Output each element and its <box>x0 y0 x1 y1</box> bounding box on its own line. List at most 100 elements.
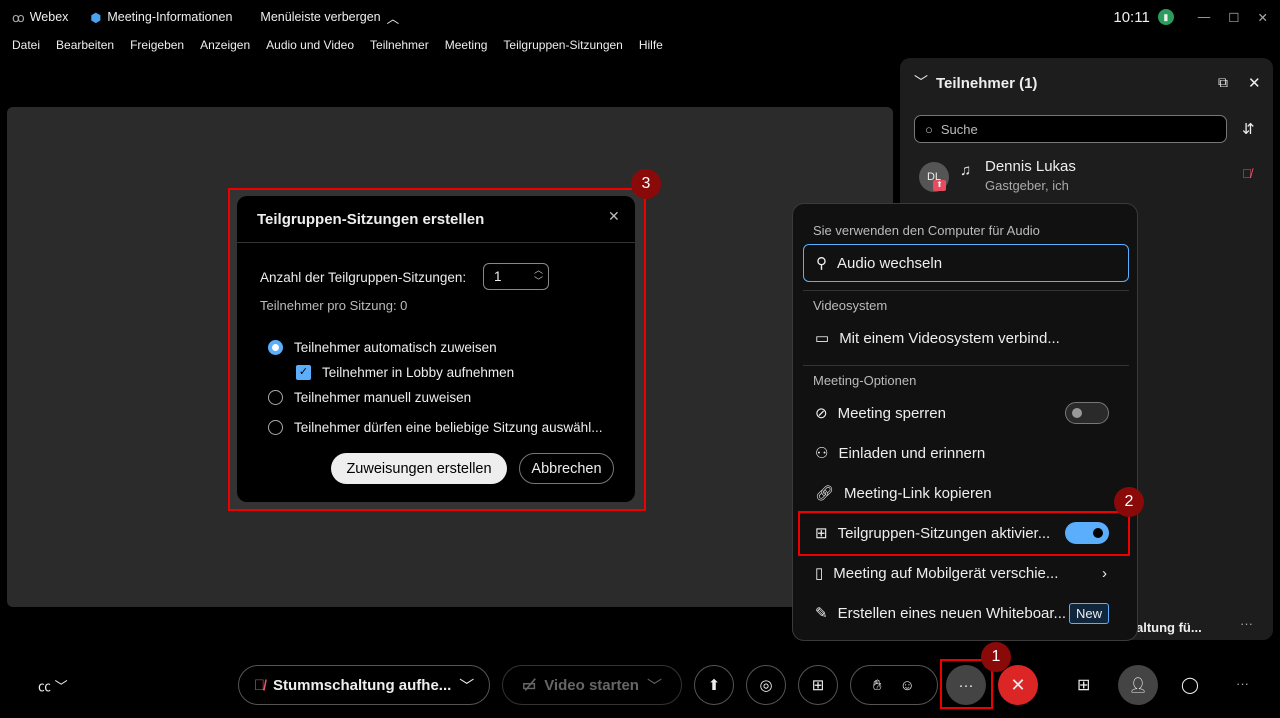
divider <box>237 242 635 243</box>
menu-teilgruppen[interactable]: Teilgruppen-Sitzungen <box>503 38 622 52</box>
menu-meeting[interactable]: Meeting <box>445 38 488 52</box>
whiteboard-item[interactable]: ✎ Erstellen eines neuen Whiteboar... New <box>803 595 1129 631</box>
menu-bearbeiten[interactable]: Bearbeiten <box>56 38 114 52</box>
new-badge: New <box>1068 602 1109 624</box>
reactions-button[interactable]: ✋︎ ☺ <box>850 665 938 705</box>
webex-logo: ꝏ Webex <box>12 10 69 25</box>
audio-header: Sie verwenden den Computer für Audio <box>813 223 1040 238</box>
sharing-icon: ⬆ <box>933 180 946 191</box>
person-add-icon: ⚇ <box>815 445 829 462</box>
clock: 10:11 <box>1113 8 1150 26</box>
stepper-arrows-icon[interactable]: ︿ ﹀ <box>534 265 543 287</box>
lock-toggle[interactable] <box>1065 402 1109 424</box>
count-label: Anzahl der Teilgruppen-Sitzungen: <box>260 270 467 285</box>
search-input[interactable]: ○ Suche <box>914 115 1227 143</box>
unmute-button[interactable]: 🎙̸ Stummschaltung aufhe... ﹀ <box>238 665 490 705</box>
lobby-checkbox[interactable]: ✓ Teilnehmer in Lobby aufnehmen <box>296 365 514 380</box>
participant-name: Dennis Lukas <box>985 158 1076 175</box>
menu-freigeben[interactable]: Freigeben <box>130 38 184 52</box>
headset-icon: ♫ <box>960 162 972 179</box>
breakout-dialog: Teilgruppen-Sitzungen erstellen ✕ Anzahl… <box>237 196 635 502</box>
copy-link-item[interactable]: 🔗︎ Meeting-Link kopieren <box>803 475 1129 511</box>
chevron-down-icon[interactable]: ﹀ <box>459 675 474 696</box>
meeting-info-button[interactable]: ⬢ Meeting-Informationen <box>90 10 232 25</box>
captions-button[interactable]: ㏄ ﹀ <box>38 676 68 695</box>
menu-datei[interactable]: Datei <box>12 38 40 52</box>
lock-meeting-item[interactable]: ⊘ Meeting sperren <box>803 395 1129 431</box>
video-system-item[interactable]: ▭ Mit einem Videosystem verbind... <box>803 320 1129 356</box>
close-dialog-icon[interactable]: ✕ <box>608 208 620 225</box>
audio-switch-item[interactable]: ⚲ Audio wechseln <box>803 244 1129 282</box>
chat-icon[interactable]: ◯ <box>1181 675 1199 695</box>
participant-role: Gastgeber, ich <box>985 178 1069 193</box>
annotation-badge-3: 3 <box>631 169 661 199</box>
menu-bar: Datei Bearbeiten Freigeben Anzeigen Audi… <box>12 38 663 52</box>
panel-title: Teilnehmer (1) <box>936 75 1038 92</box>
popout-icon[interactable]: ⧉ <box>1218 74 1228 91</box>
title-bar: ꝏ Webex ⬢ Meeting-Informationen Menüleiste… <box>0 0 1280 34</box>
close-icon: ✕ <box>1010 674 1026 695</box>
cancel-button[interactable]: Abbrechen <box>519 453 614 484</box>
maximize-button[interactable]: ☐ <box>1228 10 1239 25</box>
close-window-button[interactable]: ✕ <box>1258 10 1268 25</box>
shield-icon: ⬢ <box>90 10 102 25</box>
video-system-icon: ▭ <box>815 330 830 347</box>
breakout-grid-icon: ⊞ <box>811 677 825 694</box>
divider <box>803 365 1129 366</box>
move-to-mobile-item[interactable]: ▯ Meeting auf Mobilgerät verschie... › <box>803 555 1129 591</box>
menu-anzeigen[interactable]: Anzeigen <box>200 38 250 52</box>
hide-menu-button[interactable]: Menüleiste verbergen ︿ <box>260 8 399 27</box>
divider <box>803 290 1129 291</box>
video-off-icon: ▭̸ <box>522 677 537 694</box>
more-icon[interactable]: ··· <box>1240 616 1253 631</box>
panel-truncated-text: altung fü... <box>1136 620 1202 635</box>
create-assignments-button[interactable]: Zuweisungen erstellen <box>331 453 507 484</box>
end-call-button[interactable]: ✕ <box>998 665 1038 705</box>
pen-icon: ✎ <box>815 605 828 622</box>
breakout-button[interactable]: ⊞ <box>798 665 838 705</box>
chevron-down-icon[interactable]: ﹀ <box>647 675 662 696</box>
per-session-text: Teilnehmer pro Sitzung: 0 <box>260 298 408 313</box>
apps-icon[interactable]: ⊞ <box>1077 675 1090 695</box>
audio-icon: ⚲ <box>816 255 827 272</box>
person-icon: 👤︎ <box>1128 677 1148 694</box>
more-options-menu: Sie verwenden den Computer für Audio ⚲ Au… <box>792 203 1138 641</box>
radio-auto-assign[interactable]: Teilnehmer automatisch zuweisen <box>268 340 497 355</box>
chevron-right-icon: › <box>1102 564 1107 582</box>
checkmark-icon: ✓ <box>296 365 311 380</box>
lock-icon: ⊘ <box>815 405 828 422</box>
search-icon: ○ <box>925 121 933 137</box>
muted-mic-icon: 🎙̸ <box>1242 166 1252 181</box>
annotation-badge-1: 1 <box>981 642 1011 672</box>
dialog-title: Teilgruppen-Sitzungen erstellen <box>257 211 485 228</box>
close-panel-icon[interactable]: ✕ <box>1248 74 1261 92</box>
minimize-button[interactable]: — <box>1198 10 1211 24</box>
muted-mic-icon: 🎙̸ <box>253 676 265 694</box>
menu-hilfe[interactable]: Hilfe <box>639 38 663 52</box>
sort-icon[interactable]: ⇵ <box>1242 120 1255 138</box>
chevron-up-icon: ︿ <box>386 11 400 26</box>
raise-hand-icon: ✋︎ <box>873 676 882 694</box>
invite-item[interactable]: ⚇ Einladen und erinnern <box>803 435 1129 471</box>
video-header: Videosystem <box>813 298 888 313</box>
mobile-icon: ▯ <box>815 565 824 582</box>
session-count-stepper[interactable]: 1 ︿ ﹀ <box>483 263 549 290</box>
more-icon[interactable]: ··· <box>1236 676 1249 691</box>
start-video-button[interactable]: ▭̸ Video starten ﹀ <box>502 665 682 705</box>
share-button[interactable]: ⬆ <box>694 665 734 705</box>
options-header: Meeting-Optionen <box>813 373 917 388</box>
record-button[interactable]: ◎ <box>746 665 786 705</box>
menu-teilnehmer[interactable]: Teilnehmer <box>370 38 429 52</box>
highlight-box-2 <box>798 511 1130 556</box>
record-icon: ◎ <box>759 677 773 694</box>
signal-icon: ▮ <box>1157 9 1174 25</box>
annotation-badge-2: 2 <box>1114 487 1144 517</box>
radio-manual-assign[interactable]: Teilnehmer manuell zuweisen <box>268 390 471 405</box>
radio-free-choice[interactable]: Teilnehmer dürfen eine beliebige Sitzung… <box>268 420 602 435</box>
link-icon: 🔗︎ <box>815 485 835 502</box>
collapse-chevron-icon[interactable]: ﹀ <box>914 72 928 92</box>
share-icon: ⬆ <box>707 677 721 694</box>
emoji-icon: ☺ <box>899 676 915 694</box>
participants-button[interactable]: 👤︎ <box>1118 665 1158 705</box>
menu-audio-video[interactable]: Audio und Video <box>266 38 354 52</box>
